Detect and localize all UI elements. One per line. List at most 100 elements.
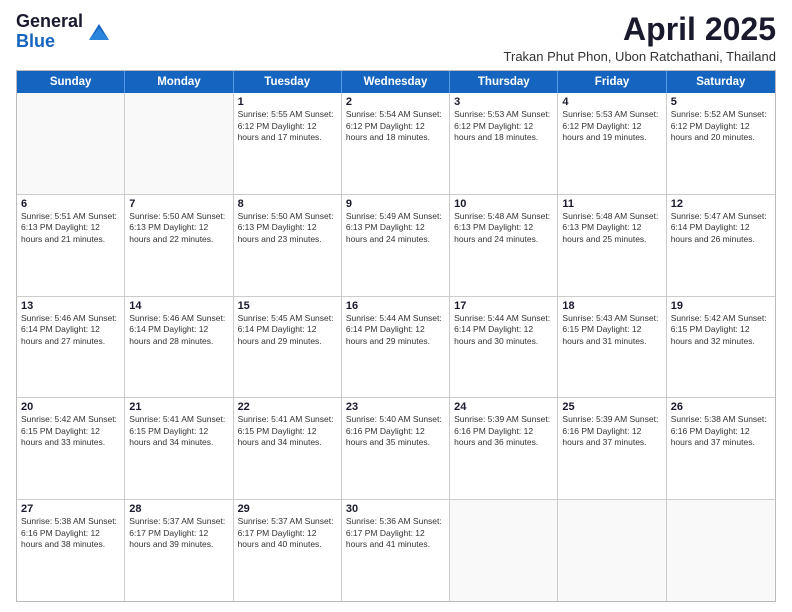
calendar-day-14: 14Sunrise: 5:46 AM Sunset: 6:14 PM Dayli…	[125, 297, 233, 398]
day-info: Sunrise: 5:41 AM Sunset: 6:15 PM Dayligh…	[129, 414, 228, 448]
day-info: Sunrise: 5:47 AM Sunset: 6:14 PM Dayligh…	[671, 211, 771, 245]
header: General Blue April 2025 Trakan Phut Phon…	[16, 12, 776, 64]
calendar-day-4: 4Sunrise: 5:53 AM Sunset: 6:12 PM Daylig…	[558, 93, 666, 194]
title-block: April 2025 Trakan Phut Phon, Ubon Ratcha…	[504, 12, 776, 64]
day-info: Sunrise: 5:50 AM Sunset: 6:13 PM Dayligh…	[129, 211, 228, 245]
calendar-day-9: 9Sunrise: 5:49 AM Sunset: 6:13 PM Daylig…	[342, 195, 450, 296]
day-number: 8	[238, 198, 337, 210]
calendar-day-15: 15Sunrise: 5:45 AM Sunset: 6:14 PM Dayli…	[234, 297, 342, 398]
weekday-header: Wednesday	[342, 71, 450, 93]
day-number: 17	[454, 300, 553, 312]
day-info: Sunrise: 5:40 AM Sunset: 6:16 PM Dayligh…	[346, 414, 445, 448]
day-number: 11	[562, 198, 661, 210]
day-number: 15	[238, 300, 337, 312]
logo-blue: Blue	[16, 31, 55, 51]
day-info: Sunrise: 5:38 AM Sunset: 6:16 PM Dayligh…	[671, 414, 771, 448]
day-info: Sunrise: 5:36 AM Sunset: 6:17 PM Dayligh…	[346, 516, 445, 550]
day-number: 26	[671, 401, 771, 413]
weekday-header: Thursday	[450, 71, 558, 93]
day-number: 24	[454, 401, 553, 413]
day-number: 25	[562, 401, 661, 413]
day-number: 9	[346, 198, 445, 210]
month-year: April 2025	[504, 12, 776, 47]
day-number: 7	[129, 198, 228, 210]
calendar-day-empty	[125, 93, 233, 194]
day-number: 2	[346, 96, 445, 108]
calendar-day-19: 19Sunrise: 5:42 AM Sunset: 6:15 PM Dayli…	[667, 297, 775, 398]
day-number: 10	[454, 198, 553, 210]
weekday-header: Tuesday	[234, 71, 342, 93]
calendar-day-23: 23Sunrise: 5:40 AM Sunset: 6:16 PM Dayli…	[342, 398, 450, 499]
day-info: Sunrise: 5:44 AM Sunset: 6:14 PM Dayligh…	[454, 313, 553, 347]
calendar-day-28: 28Sunrise: 5:37 AM Sunset: 6:17 PM Dayli…	[125, 500, 233, 601]
calendar-day-17: 17Sunrise: 5:44 AM Sunset: 6:14 PM Dayli…	[450, 297, 558, 398]
day-number: 5	[671, 96, 771, 108]
calendar-day-empty	[667, 500, 775, 601]
calendar-day-16: 16Sunrise: 5:44 AM Sunset: 6:14 PM Dayli…	[342, 297, 450, 398]
day-info: Sunrise: 5:54 AM Sunset: 6:12 PM Dayligh…	[346, 109, 445, 143]
day-info: Sunrise: 5:44 AM Sunset: 6:14 PM Dayligh…	[346, 313, 445, 347]
calendar-day-6: 6Sunrise: 5:51 AM Sunset: 6:13 PM Daylig…	[17, 195, 125, 296]
day-number: 19	[671, 300, 771, 312]
calendar-day-30: 30Sunrise: 5:36 AM Sunset: 6:17 PM Dayli…	[342, 500, 450, 601]
day-info: Sunrise: 5:38 AM Sunset: 6:16 PM Dayligh…	[21, 516, 120, 550]
calendar-day-25: 25Sunrise: 5:39 AM Sunset: 6:16 PM Dayli…	[558, 398, 666, 499]
day-number: 4	[562, 96, 661, 108]
calendar-day-7: 7Sunrise: 5:50 AM Sunset: 6:13 PM Daylig…	[125, 195, 233, 296]
day-number: 27	[21, 503, 120, 515]
calendar-day-empty	[17, 93, 125, 194]
calendar-day-29: 29Sunrise: 5:37 AM Sunset: 6:17 PM Dayli…	[234, 500, 342, 601]
page: General Blue April 2025 Trakan Phut Phon…	[0, 0, 792, 612]
day-number: 22	[238, 401, 337, 413]
day-number: 6	[21, 198, 120, 210]
day-number: 12	[671, 198, 771, 210]
day-number: 23	[346, 401, 445, 413]
calendar-day-10: 10Sunrise: 5:48 AM Sunset: 6:13 PM Dayli…	[450, 195, 558, 296]
day-info: Sunrise: 5:42 AM Sunset: 6:15 PM Dayligh…	[21, 414, 120, 448]
day-info: Sunrise: 5:51 AM Sunset: 6:13 PM Dayligh…	[21, 211, 120, 245]
calendar-day-24: 24Sunrise: 5:39 AM Sunset: 6:16 PM Dayli…	[450, 398, 558, 499]
calendar-day-12: 12Sunrise: 5:47 AM Sunset: 6:14 PM Dayli…	[667, 195, 775, 296]
calendar-day-8: 8Sunrise: 5:50 AM Sunset: 6:13 PM Daylig…	[234, 195, 342, 296]
day-number: 29	[238, 503, 337, 515]
calendar-body: 1Sunrise: 5:55 AM Sunset: 6:12 PM Daylig…	[17, 93, 775, 601]
calendar-day-21: 21Sunrise: 5:41 AM Sunset: 6:15 PM Dayli…	[125, 398, 233, 499]
calendar-day-3: 3Sunrise: 5:53 AM Sunset: 6:12 PM Daylig…	[450, 93, 558, 194]
day-info: Sunrise: 5:41 AM Sunset: 6:15 PM Dayligh…	[238, 414, 337, 448]
day-number: 21	[129, 401, 228, 413]
calendar-day-empty	[450, 500, 558, 601]
calendar-day-22: 22Sunrise: 5:41 AM Sunset: 6:15 PM Dayli…	[234, 398, 342, 499]
calendar-header: SundayMondayTuesdayWednesdayThursdayFrid…	[17, 71, 775, 93]
logo-icon	[85, 18, 113, 46]
calendar: SundayMondayTuesdayWednesdayThursdayFrid…	[16, 70, 776, 602]
calendar-row: 20Sunrise: 5:42 AM Sunset: 6:15 PM Dayli…	[17, 397, 775, 499]
calendar-row: 27Sunrise: 5:38 AM Sunset: 6:16 PM Dayli…	[17, 499, 775, 601]
day-info: Sunrise: 5:53 AM Sunset: 6:12 PM Dayligh…	[562, 109, 661, 143]
calendar-row: 6Sunrise: 5:51 AM Sunset: 6:13 PM Daylig…	[17, 194, 775, 296]
day-info: Sunrise: 5:53 AM Sunset: 6:12 PM Dayligh…	[454, 109, 553, 143]
day-info: Sunrise: 5:52 AM Sunset: 6:12 PM Dayligh…	[671, 109, 771, 143]
calendar-day-1: 1Sunrise: 5:55 AM Sunset: 6:12 PM Daylig…	[234, 93, 342, 194]
day-number: 3	[454, 96, 553, 108]
day-info: Sunrise: 5:49 AM Sunset: 6:13 PM Dayligh…	[346, 211, 445, 245]
day-info: Sunrise: 5:50 AM Sunset: 6:13 PM Dayligh…	[238, 211, 337, 245]
day-info: Sunrise: 5:39 AM Sunset: 6:16 PM Dayligh…	[454, 414, 553, 448]
day-number: 1	[238, 96, 337, 108]
day-info: Sunrise: 5:46 AM Sunset: 6:14 PM Dayligh…	[129, 313, 228, 347]
calendar-day-empty	[558, 500, 666, 601]
day-number: 28	[129, 503, 228, 515]
day-number: 13	[21, 300, 120, 312]
day-number: 20	[21, 401, 120, 413]
calendar-row: 1Sunrise: 5:55 AM Sunset: 6:12 PM Daylig…	[17, 93, 775, 194]
day-number: 18	[562, 300, 661, 312]
weekday-header: Saturday	[667, 71, 775, 93]
weekday-header: Monday	[125, 71, 233, 93]
day-number: 14	[129, 300, 228, 312]
calendar-day-2: 2Sunrise: 5:54 AM Sunset: 6:12 PM Daylig…	[342, 93, 450, 194]
day-info: Sunrise: 5:45 AM Sunset: 6:14 PM Dayligh…	[238, 313, 337, 347]
day-info: Sunrise: 5:48 AM Sunset: 6:13 PM Dayligh…	[562, 211, 661, 245]
day-number: 30	[346, 503, 445, 515]
logo-general: General	[16, 11, 83, 31]
day-info: Sunrise: 5:37 AM Sunset: 6:17 PM Dayligh…	[129, 516, 228, 550]
day-info: Sunrise: 5:39 AM Sunset: 6:16 PM Dayligh…	[562, 414, 661, 448]
